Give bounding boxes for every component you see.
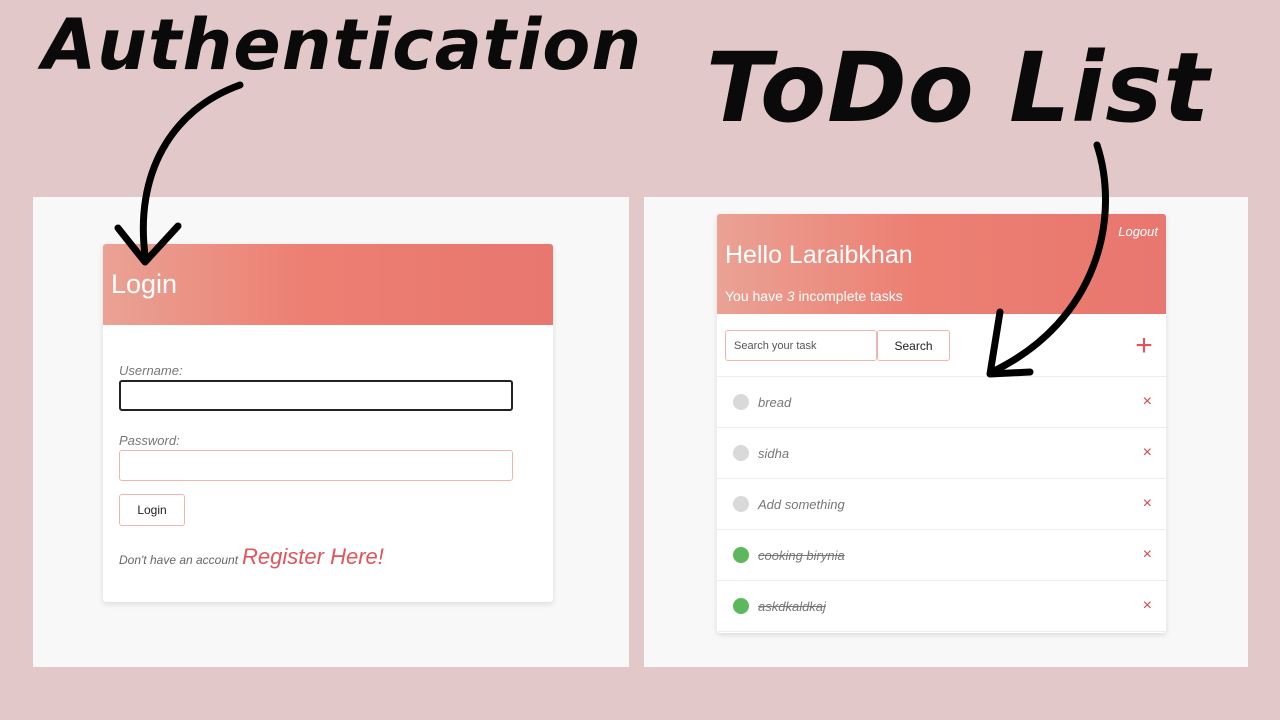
task-row[interactable]: bread × [717,377,1166,428]
task-text: askdkaldkaj [758,598,826,614]
search-input[interactable] [725,330,877,361]
auth-panel: Login Username: Password: Login Don't ha… [33,197,629,667]
plus-icon[interactable]: + [1130,331,1158,361]
incomplete-prefix: You have [725,288,783,304]
todo-header: Logout Hello Laraibkhan You have 3 incom… [717,214,1166,314]
incomplete-summary: You have 3 incomplete tasks [725,288,903,304]
status-dot-icon[interactable] [733,547,749,563]
status-dot-icon[interactable] [733,394,749,410]
status-dot-icon[interactable] [733,598,749,614]
register-link[interactable]: Register Here! [242,544,384,570]
username-field[interactable] [119,380,513,411]
task-row[interactable]: cooking birynia × [717,530,1166,581]
task-text: sidha [758,445,790,461]
register-row: Don't have an account Register Here! [119,544,537,570]
login-header: Login [103,244,553,325]
search-button[interactable]: Search [877,330,950,361]
register-prompt: Don't have an account [119,553,239,567]
password-label: Password: [119,433,180,448]
task-text: cooking birynia [758,547,845,563]
incomplete-count: 3 [786,288,795,304]
todo-list-heading: ToDo List [706,32,1211,144]
status-dot-icon[interactable] [733,445,749,461]
login-form: Username: Password: Login Don't have an … [103,325,553,570]
login-title: Login [111,269,178,299]
search-bar: Search + [717,314,1166,377]
close-icon[interactable]: × [1143,444,1152,462]
close-icon[interactable]: × [1143,393,1152,411]
close-icon[interactable]: × [1143,495,1152,513]
login-card: Login Username: Password: Login Don't ha… [103,244,553,602]
task-text: Add something [758,496,845,512]
close-icon[interactable]: × [1143,546,1152,564]
task-text: bread [758,394,792,410]
logout-link[interactable]: Logout [1118,224,1158,239]
task-row[interactable]: Add something × [717,479,1166,530]
status-dot-icon[interactable] [733,496,749,512]
todo-card: Logout Hello Laraibkhan You have 3 incom… [717,214,1166,633]
username-label: Username: [119,363,183,378]
task-row[interactable]: sidha × [717,428,1166,479]
password-field[interactable] [119,450,513,481]
incomplete-suffix: incomplete tasks [798,288,903,304]
greeting: Hello Laraibkhan [725,241,913,269]
authentication-heading: Authentication [42,4,643,86]
task-row[interactable]: askdkaldkaj × [717,581,1166,632]
close-icon[interactable]: × [1143,597,1152,615]
todo-panel: Logout Hello Laraibkhan You have 3 incom… [644,197,1248,667]
login-button[interactable]: Login [119,494,185,526]
